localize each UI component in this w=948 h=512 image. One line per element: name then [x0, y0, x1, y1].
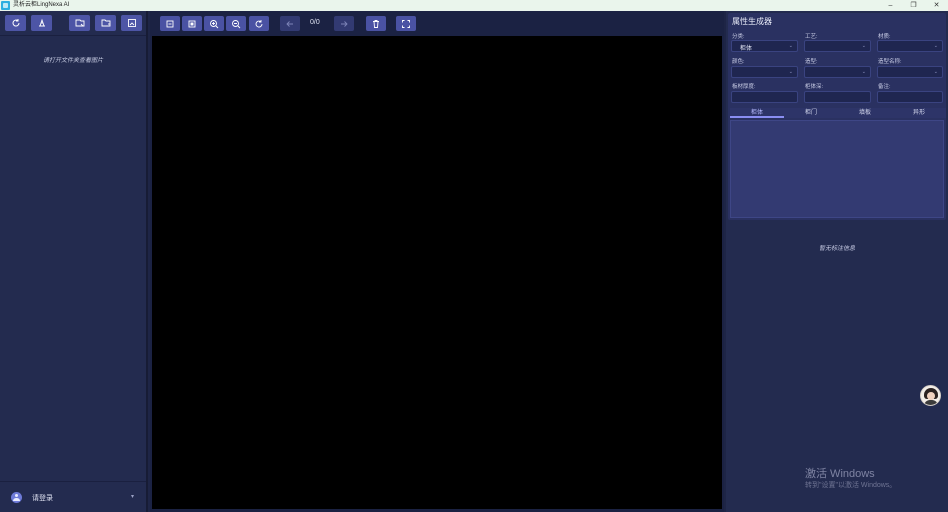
chevron-down-icon: ⌄ — [861, 69, 866, 75]
cabinet-depth-input[interactable] — [804, 91, 871, 103]
tab-filler[interactable]: 填板 — [838, 108, 892, 118]
fit-width-icon — [166, 20, 174, 27]
login-bar[interactable]: 请登录 ▾ — [0, 481, 146, 512]
chevron-down-icon: ⌄ — [788, 69, 793, 75]
material-select[interactable]: ⌄ — [877, 40, 943, 52]
remark-label: 备注: — [878, 84, 891, 90]
clear-icon — [38, 18, 45, 27]
zoom-out-button[interactable] — [226, 16, 246, 31]
open-folder-button[interactable] — [95, 15, 116, 31]
craft-label: 工艺: — [805, 34, 818, 40]
board-thickness-input[interactable] — [731, 91, 798, 103]
avatar-body — [924, 400, 938, 405]
close-button[interactable]: ✕ — [925, 0, 948, 11]
tab-cabinet[interactable]: 柜体 — [730, 108, 784, 118]
remark-input[interactable] — [877, 91, 943, 103]
shape-label: 造型: — [805, 59, 818, 65]
zoom-out-icon — [232, 19, 241, 28]
rotate-button[interactable] — [249, 16, 269, 31]
next-arrow-icon — [341, 20, 348, 27]
login-caret-icon[interactable]: ▾ — [131, 493, 134, 500]
material-label: 材质: — [878, 34, 891, 40]
category-label: 分类: — [732, 34, 745, 40]
activation-watermark-subtitle: 转到"设置"以激活 Windows。 — [805, 482, 897, 489]
page-indicator: 0/0 — [310, 19, 320, 26]
chevron-down-icon: ⌄ — [933, 43, 938, 49]
fit-page-button[interactable] — [182, 16, 202, 31]
window-title: 灵析云柜LingNexa AI — [13, 2, 70, 8]
shape-select[interactable]: ⌄ — [804, 66, 871, 78]
shape-name-select[interactable]: ⌄ — [877, 66, 943, 78]
minimize-button[interactable]: – — [879, 0, 902, 11]
clear-button[interactable] — [31, 15, 52, 31]
open-folder-icon — [101, 19, 110, 27]
chevron-down-icon: ⌄ — [861, 43, 866, 49]
restore-button[interactable]: ❐ — [902, 0, 925, 11]
login-label[interactable]: 请登录 — [32, 493, 53, 503]
tab-irregular[interactable]: 异形 — [892, 108, 946, 118]
shape-name-label: 造型名称: — [878, 59, 902, 65]
color-label: 颜色: — [732, 59, 745, 65]
chevron-down-icon: ⌄ — [933, 69, 938, 75]
avatar-face — [927, 392, 935, 400]
craft-select[interactable]: ⌄ — [804, 40, 871, 52]
next-image-button[interactable] — [334, 16, 354, 31]
left-divider — [0, 35, 146, 36]
rotate-icon — [255, 19, 263, 27]
zoom-in-icon — [210, 19, 219, 28]
delete-button[interactable] — [366, 16, 386, 31]
image-select-button[interactable] — [121, 15, 142, 31]
refresh-button[interactable] — [5, 15, 26, 31]
color-select[interactable]: ⌄ — [731, 66, 798, 78]
attribute-generator-title: 属性生成器 — [732, 17, 772, 26]
image-canvas[interactable] — [152, 36, 722, 509]
attribute-panel: 属性生成器 分类: 柜体 ⌄ 工艺: ⌄ 材质: ⌄ 颜色: ⌄ 造型: ⌄ 造… — [726, 11, 948, 512]
window-title-bar: 灵析云柜LingNexa AI – ❐ ✕ — [0, 0, 948, 11]
left-panel: 请打开文件夹查看图片 请登录 ▾ — [0, 11, 148, 512]
tab-door[interactable]: 柜门 — [784, 108, 838, 118]
user-avatar-icon — [11, 492, 22, 503]
refresh-icon — [12, 19, 20, 27]
fit-width-button[interactable] — [160, 16, 180, 31]
attribute-generator: 属性生成器 分类: 柜体 ⌄ 工艺: ⌄ 材质: ⌄ 颜色: ⌄ 造型: ⌄ 造… — [728, 13, 946, 220]
open-file-button[interactable] — [69, 15, 90, 31]
prev-image-button[interactable] — [280, 16, 300, 31]
image-select-icon — [127, 19, 136, 27]
prev-arrow-icon — [286, 20, 293, 27]
empty-folder-message: 请打开文件夹查看图片 — [42, 58, 103, 64]
activation-watermark-title: 激活 Windows — [805, 468, 875, 480]
fullscreen-button[interactable] — [396, 16, 416, 31]
fullscreen-icon — [402, 19, 410, 28]
app-logo-icon — [1, 1, 10, 10]
tab-content-area — [730, 120, 944, 218]
category-value: 柜体 — [740, 46, 753, 52]
delete-icon — [373, 19, 379, 28]
assistant-avatar[interactable] — [920, 385, 941, 406]
category-select[interactable]: 柜体 ⌄ — [731, 40, 798, 52]
fit-page-icon — [188, 20, 196, 27]
open-file-icon — [75, 19, 84, 27]
chevron-down-icon: ⌄ — [788, 43, 793, 49]
board-thickness-label: 板材厚度: — [732, 84, 756, 90]
zoom-in-button[interactable] — [204, 16, 224, 31]
cabinet-depth-label: 柜体深: — [805, 84, 824, 90]
attribute-tabs: 柜体 柜门 填板 异形 — [730, 108, 946, 118]
image-viewer-panel: 0/0 — [150, 11, 724, 512]
window-controls: – ❐ ✕ — [879, 0, 948, 11]
no-annotation-message: 暂无标注信息 — [818, 246, 855, 252]
